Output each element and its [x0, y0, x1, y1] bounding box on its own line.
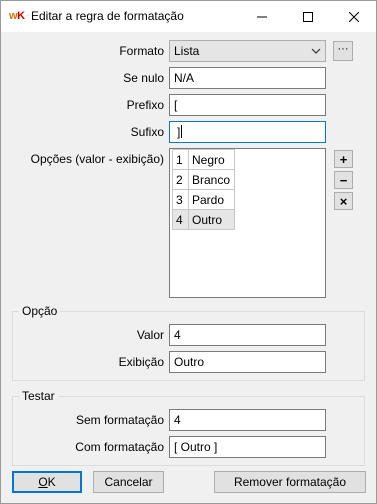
cancel-label: Cancelar [104, 475, 153, 489]
x-icon: × [339, 193, 348, 209]
minimize-button[interactable] [239, 1, 285, 32]
minimize-icon [257, 16, 267, 17]
maximize-icon [303, 11, 313, 22]
option-display-cell: Negro [188, 149, 235, 170]
remove-option-button[interactable]: − [334, 171, 353, 189]
if-null-input[interactable]: N/A [169, 67, 326, 89]
prefix-value: [ [174, 98, 178, 112]
ok-button[interactable]: OK [12, 471, 82, 493]
formatted-value: [ Outro ] [174, 440, 218, 454]
option-display-input[interactable]: Outro [169, 351, 326, 373]
cancel-button[interactable]: Cancelar [93, 471, 164, 493]
option-value-cell: 3 [172, 189, 189, 210]
delete-option-button[interactable]: × [334, 192, 353, 210]
option-row-selected[interactable]: 4 Outro [172, 209, 235, 230]
remove-formatting-button[interactable]: Remover formatação [214, 471, 366, 493]
options-grid: 1 Negro 2 Branco 3 Pardo 4 Outro [172, 149, 235, 230]
option-display-text: Outro [174, 355, 205, 369]
ok-label-rest: K [47, 475, 56, 489]
option-value-cell: 4 [172, 209, 189, 230]
option-value-input[interactable]: 4 [169, 324, 326, 346]
unformatted-value: 4 [174, 413, 181, 427]
option-row[interactable]: 3 Pardo [172, 189, 235, 210]
text-caret [181, 125, 183, 138]
prefix-label: Prefixo [126, 98, 164, 112]
unformatted-label: Sem formatação [75, 413, 164, 427]
minus-icon: − [339, 172, 348, 188]
format-value: Lista [174, 44, 200, 58]
option-row[interactable]: 1 Negro [172, 149, 235, 170]
format-dropdown[interactable]: Lista [169, 40, 326, 62]
title-bar: wK Editar a regra de formatação [1, 1, 376, 32]
formatted-output: [ Outro ] [169, 436, 326, 458]
logo-w: w [9, 10, 18, 22]
option-group-title: Opção [19, 304, 61, 318]
suffix-input[interactable]: ] [169, 121, 326, 143]
option-value-cell: 1 [172, 149, 189, 170]
option-display-cell: Outro [188, 209, 235, 230]
logo-k: K [17, 10, 25, 22]
plus-icon: + [339, 151, 348, 167]
formatted-label: Com formatação [75, 440, 164, 454]
option-display-label: Exibição [118, 355, 164, 369]
test-group-title: Testar [19, 389, 58, 403]
add-option-button[interactable]: + [334, 150, 353, 168]
if-null-label: Se nulo [123, 71, 164, 85]
option-display-cell: Branco [188, 169, 235, 190]
option-row[interactable]: 2 Branco [172, 169, 235, 190]
close-icon [349, 11, 359, 22]
option-value-text: 4 [174, 328, 181, 342]
option-value-label: Valor [136, 328, 164, 342]
if-null-value: N/A [174, 71, 195, 85]
prefix-input[interactable]: [ [169, 94, 326, 116]
options-list[interactable]: 1 Negro 2 Branco 3 Pardo 4 Outro [169, 148, 326, 298]
dialog-window: wK Editar a regra de formatação Formato … [0, 0, 377, 504]
suffix-label: Sufixo [130, 125, 164, 139]
remove-formatting-label: Remover formatação [233, 475, 347, 489]
window-title: Editar a regra de formatação [31, 9, 184, 23]
suffix-value: ] [177, 125, 181, 139]
close-button[interactable] [331, 1, 377, 32]
format-options-button[interactable]: ··· [333, 41, 353, 61]
maximize-button[interactable] [285, 1, 331, 32]
format-label: Formato [119, 44, 164, 58]
app-logo: wK [9, 10, 25, 22]
ok-accelerator: O [38, 475, 48, 489]
options-label: Opções (valor - exibição) [30, 152, 164, 166]
unformatted-input[interactable]: 4 [169, 409, 326, 431]
option-display-cell: Pardo [188, 189, 235, 210]
chevron-down-icon [311, 48, 321, 54]
option-value-cell: 2 [172, 169, 189, 190]
